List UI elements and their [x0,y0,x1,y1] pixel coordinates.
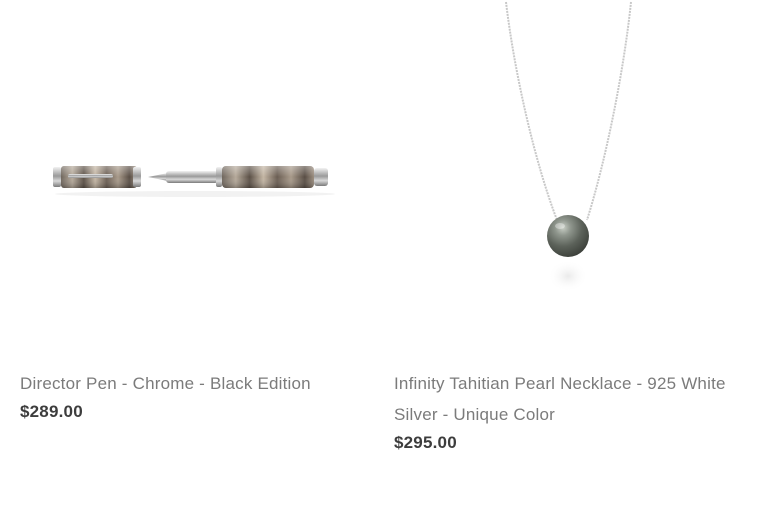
product-image-pearl-necklace[interactable] [394,0,739,350]
product-price: $295.00 [394,433,457,452]
product-grid: Director Pen - Chrome - Black Edition $2… [0,0,759,506]
product-card-director-pen: Director Pen - Chrome - Black Edition $2… [20,0,370,506]
product-title[interactable]: Infinity Tahitian Pearl Necklace - 925 W… [394,368,739,430]
product-price: $289.00 [20,402,83,421]
product-card-pearl-necklace: Infinity Tahitian Pearl Necklace - 925 W… [394,0,739,506]
fountain-pen-image [53,166,335,197]
pearl-necklace-image [505,1,632,292]
product-image-director-pen[interactable] [20,0,370,350]
product-title[interactable]: Director Pen - Chrome - Black Edition [20,368,370,399]
